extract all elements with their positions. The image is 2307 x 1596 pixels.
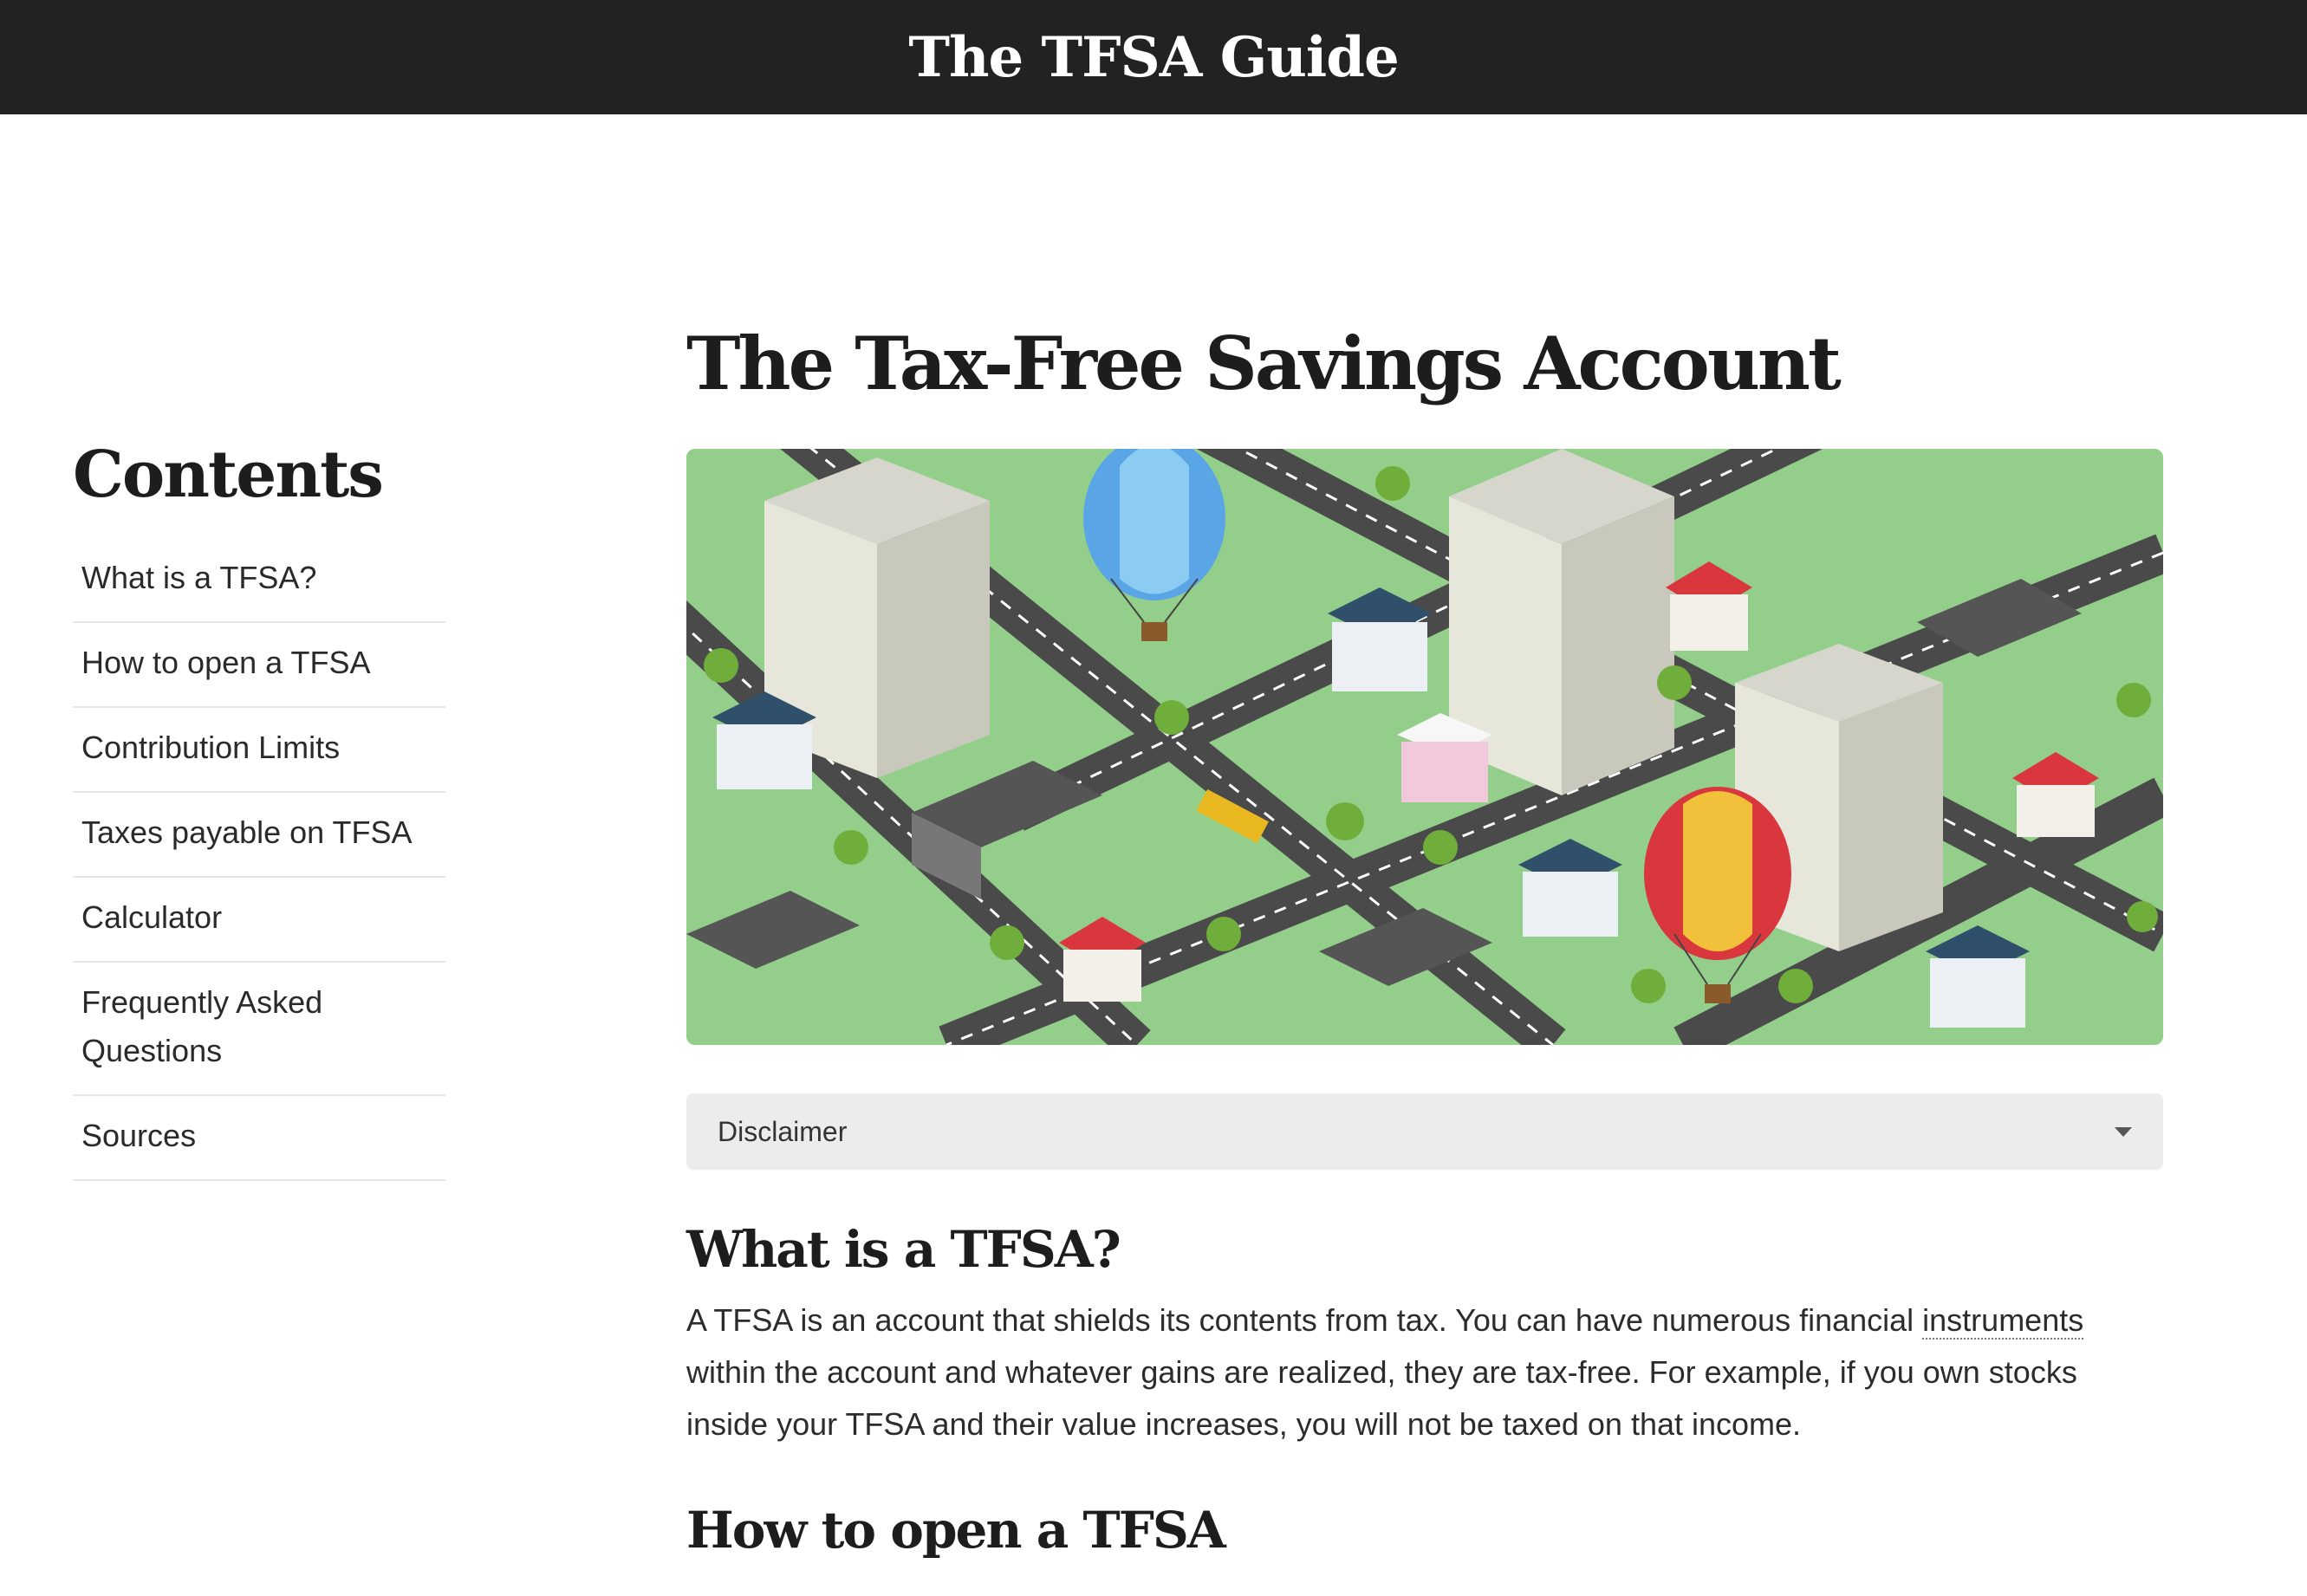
- section-heading-what-is-tfsa: What is a TFSA?: [686, 1220, 1121, 1279]
- hero-image: [686, 449, 2163, 1045]
- paragraph-text: A TFSA is an account that shields its co…: [686, 1302, 1923, 1338]
- toc-item-faq[interactable]: Frequently Asked Questions: [73, 963, 445, 1096]
- instruments-link[interactable]: instruments: [1922, 1302, 2084, 1340]
- toc-item-contribution-limits[interactable]: Contribution Limits: [73, 708, 445, 793]
- site-title[interactable]: The TFSA Guide: [908, 25, 1399, 90]
- section-heading-how-to-open: How to open a TFSA: [686, 1501, 1226, 1560]
- main-content: The Tax-Free Savings Account Disclaimer …: [686, 321, 2163, 1575]
- caret-down-icon: [2115, 1126, 2132, 1137]
- disclaimer-label: Disclaimer: [718, 1115, 848, 1147]
- page-title: The Tax-Free Savings Account: [686, 321, 1842, 406]
- toc-item-how-to-open[interactable]: How to open a TFSA: [73, 623, 445, 708]
- toc-heading: Contents: [73, 438, 384, 512]
- site-header: The TFSA Guide: [0, 0, 2307, 114]
- toc-item-sources[interactable]: Sources: [73, 1096, 445, 1181]
- toc-item-what-is-tfsa[interactable]: What is a TFSA?: [73, 538, 445, 623]
- toc-item-calculator[interactable]: Calculator: [73, 878, 445, 963]
- toc-item-taxes-payable[interactable]: Taxes payable on TFSA: [73, 793, 445, 878]
- paragraph-text: within the account and whatever gains ar…: [686, 1354, 2077, 1442]
- section-paragraph: A TFSA is an account that shields its co…: [686, 1294, 2163, 1450]
- disclaimer-dropdown[interactable]: Disclaimer: [686, 1093, 2163, 1170]
- table-of-contents: Contents What is a TFSA? How to open a T…: [73, 438, 445, 1181]
- toc-list: What is a TFSA? How to open a TFSA Contr…: [73, 538, 445, 1181]
- isometric-city-icon: [686, 449, 2163, 1045]
